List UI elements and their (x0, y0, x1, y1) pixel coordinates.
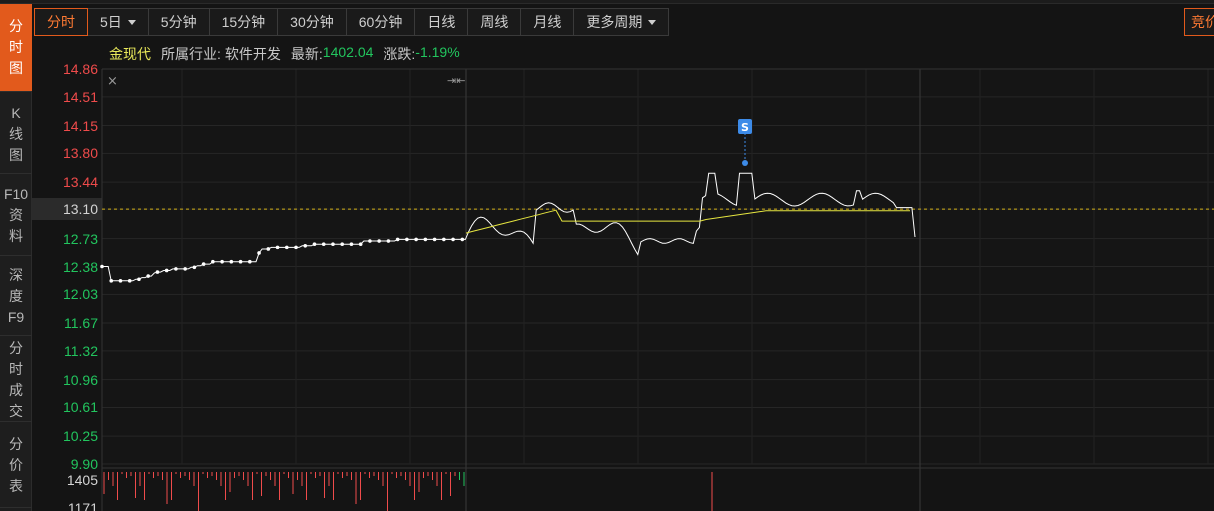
price-dot (303, 243, 308, 248)
price-dot (442, 237, 446, 242)
price-dot (377, 239, 381, 243)
price-dot (423, 237, 428, 242)
price-dot (312, 242, 317, 247)
price-dot (432, 237, 437, 242)
price-dot (211, 259, 215, 264)
price-dot (386, 239, 391, 243)
price-dot (201, 262, 206, 266)
price-dot (460, 237, 465, 242)
price-dot (248, 259, 252, 264)
price-dot (174, 267, 178, 271)
price-dot (451, 237, 455, 242)
price-dot (183, 267, 187, 271)
price-dot (284, 245, 289, 250)
price-dot (368, 239, 372, 243)
price-dot (146, 274, 150, 278)
price-dot (331, 242, 335, 247)
price-dot (220, 259, 224, 264)
price-dot (321, 242, 326, 247)
price-dot (257, 251, 261, 255)
price-dot (118, 279, 123, 283)
price-dot (155, 270, 160, 274)
price-dot (137, 277, 141, 282)
price-dot (164, 268, 169, 273)
price-dot (127, 279, 132, 283)
price-dot (405, 237, 409, 242)
price-dot (358, 242, 363, 247)
price-dot (294, 245, 298, 250)
signal-marker-label: S (741, 121, 749, 134)
close-icon[interactable]: × (107, 74, 118, 89)
price-dot (349, 242, 354, 247)
price-dot (395, 237, 400, 242)
price-dot (100, 264, 104, 269)
signal-marker-dot (742, 160, 748, 166)
intraday-chart[interactable]: × ⇥⇤ S (0, 0, 1214, 511)
collapse-icon[interactable]: ⇥⇤ (447, 74, 465, 87)
price-dot (275, 245, 280, 250)
price-dot (109, 279, 114, 283)
price-dot (340, 242, 345, 247)
price-dot (229, 259, 234, 264)
price-dot (238, 259, 243, 264)
price-dot (266, 247, 271, 251)
price-dot (192, 265, 197, 270)
price-dot (414, 237, 418, 242)
